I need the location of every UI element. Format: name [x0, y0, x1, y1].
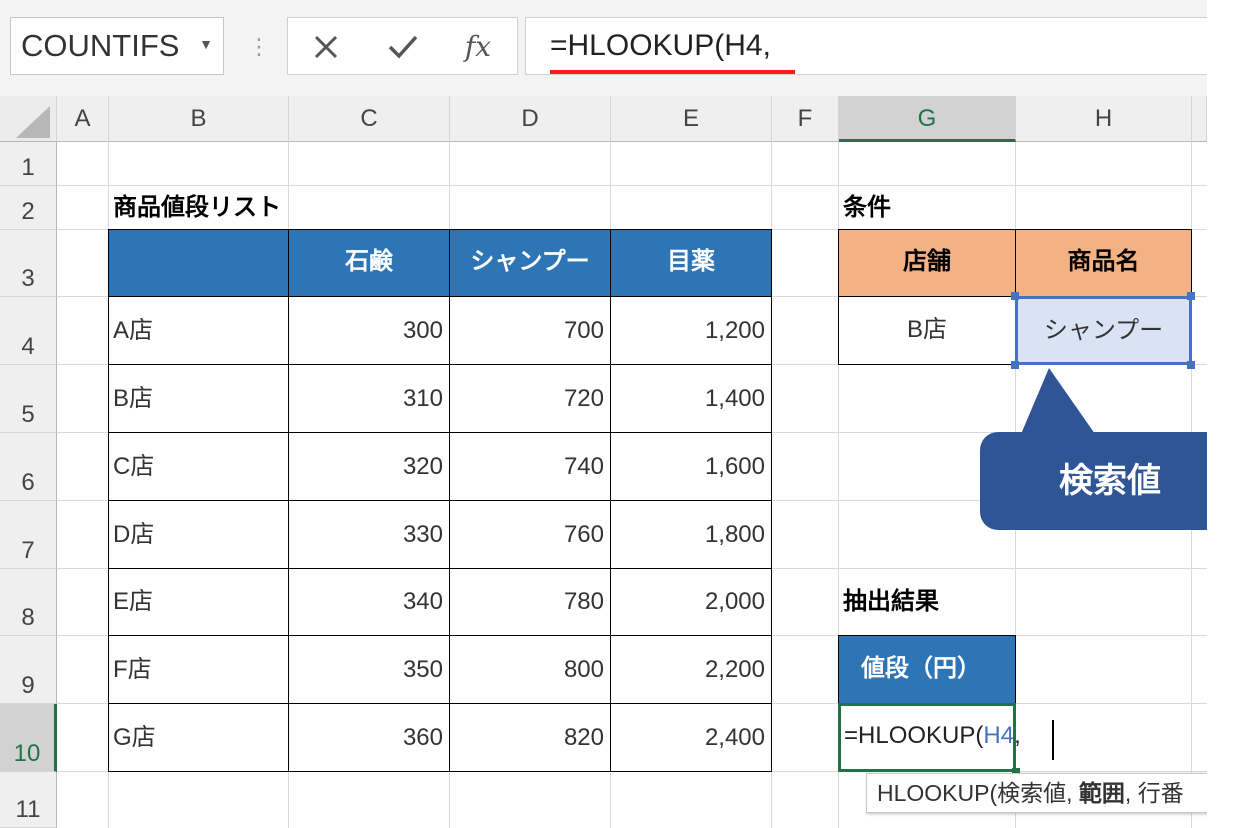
- check-icon[interactable]: [373, 18, 433, 76]
- result-title: 抽出結果: [843, 588, 939, 615]
- price-cell-soap-price[interactable]: 340: [288, 568, 450, 636]
- row-header-4[interactable]: 4: [0, 297, 57, 365]
- formula-buttons: fx: [287, 17, 518, 75]
- name-box[interactable]: COUNTIFS: [10, 17, 224, 75]
- price-cell-soap-price[interactable]: 350: [288, 635, 450, 704]
- conditions-store-value[interactable]: B店: [838, 296, 1016, 365]
- price-cell-eyedrops-price[interactable]: 1,600: [610, 432, 772, 501]
- price-cell-shampoo-price[interactable]: 800: [449, 635, 611, 704]
- price-header-blank[interactable]: [108, 229, 289, 297]
- price-cell-eyedrops-price[interactable]: 2,400: [610, 703, 772, 772]
- conditions-product-value[interactable]: シャンプー: [1015, 296, 1192, 365]
- column-header-b[interactable]: B: [109, 96, 289, 142]
- row-header-3[interactable]: 3: [0, 230, 57, 297]
- callout-pointer: [1021, 368, 1095, 434]
- close-icon[interactable]: [296, 18, 356, 76]
- price-header-soap[interactable]: 石鹸: [288, 229, 450, 297]
- reference-handle[interactable]: [1011, 292, 1019, 300]
- price-cell-store[interactable]: E店: [108, 568, 289, 636]
- price-cell-soap-price[interactable]: 310: [288, 364, 450, 433]
- column-header-h[interactable]: H: [1016, 96, 1192, 142]
- reference-handle[interactable]: [1187, 361, 1195, 369]
- price-cell-store[interactable]: B店: [108, 364, 289, 433]
- row-header-2[interactable]: 2: [0, 186, 57, 230]
- page-margin: [1207, 0, 1240, 828]
- select-all-triangle-icon: [16, 106, 50, 138]
- price-header-eyedrops[interactable]: 目薬: [610, 229, 772, 297]
- conditions-header-product[interactable]: 商品名: [1015, 229, 1192, 297]
- insert-function-icon[interactable]: fx: [448, 18, 508, 76]
- row-header-5[interactable]: 5: [0, 365, 57, 433]
- row-header-7[interactable]: 7: [0, 501, 57, 569]
- tooltip-arg-lookup[interactable]: 検索値,: [997, 780, 1079, 806]
- reference-handle[interactable]: [1011, 361, 1019, 369]
- gridline: [57, 185, 1207, 186]
- row-header-8[interactable]: 8: [0, 569, 57, 636]
- price-cell-store[interactable]: A店: [108, 296, 289, 365]
- conditions-header-store[interactable]: 店舗: [838, 229, 1016, 297]
- price-cell-soap-price[interactable]: 330: [288, 500, 450, 569]
- formula-input[interactable]: =HLOOKUP(H4,: [525, 17, 1240, 75]
- column-header-a[interactable]: A: [57, 96, 109, 142]
- function-tooltip: HLOOKUP(検索値, 範囲, 行番: [866, 773, 1211, 813]
- row-header-1[interactable]: 1: [0, 142, 57, 186]
- price-cell-shampoo-price[interactable]: 780: [449, 568, 611, 636]
- price-cell-store[interactable]: G店: [108, 703, 289, 772]
- row-header-11[interactable]: 11: [0, 772, 57, 828]
- conditions-title: 条件: [843, 194, 891, 221]
- price-cell-eyedrops-price[interactable]: 1,200: [610, 296, 772, 365]
- price-list-title: 商品値段リスト: [113, 194, 281, 221]
- drag-handle-icon[interactable]: ⋮: [248, 30, 270, 64]
- result-header-price[interactable]: 値段（円）: [838, 635, 1016, 704]
- price-cell-shampoo-price[interactable]: 760: [449, 500, 611, 569]
- price-cell-soap-price[interactable]: 320: [288, 432, 450, 501]
- price-cell-eyedrops-price[interactable]: 1,400: [610, 364, 772, 433]
- price-cell-shampoo-price[interactable]: 700: [449, 296, 611, 365]
- row-header-9[interactable]: 9: [0, 636, 57, 704]
- tooltip-function[interactable]: HLOOKUP(: [877, 780, 997, 806]
- price-cell-store[interactable]: F店: [108, 635, 289, 704]
- price-cell-eyedrops-price[interactable]: 2,200: [610, 635, 772, 704]
- price-cell-soap-price[interactable]: 300: [288, 296, 450, 365]
- reference-handle[interactable]: [1187, 292, 1195, 300]
- price-header-shampoo[interactable]: シャンプー: [449, 229, 611, 297]
- price-cell-eyedrops-price[interactable]: 2,000: [610, 568, 772, 636]
- price-cell-store[interactable]: D店: [108, 500, 289, 569]
- column-header-d[interactable]: D: [450, 96, 611, 142]
- editing-reference: H4: [983, 722, 1015, 749]
- editing-comma: ,: [1014, 722, 1021, 749]
- formula-highlight-underline: [550, 70, 795, 74]
- tooltip-arg-row[interactable]: , 行番: [1125, 780, 1184, 806]
- editing-function: =HLOOKUP(: [844, 722, 984, 749]
- text-cursor: [1052, 720, 1054, 760]
- price-cell-store[interactable]: C店: [108, 432, 289, 501]
- price-cell-shampoo-price[interactable]: 740: [449, 432, 611, 501]
- column-header-i[interactable]: [1192, 96, 1207, 142]
- row-header-6[interactable]: 6: [0, 433, 57, 501]
- column-header-e[interactable]: E: [611, 96, 772, 142]
- column-header-g[interactable]: G: [839, 96, 1016, 142]
- price-cell-soap-price[interactable]: 360: [288, 703, 450, 772]
- column-header-f[interactable]: F: [772, 96, 839, 142]
- chevron-down-icon[interactable]: ▼: [196, 34, 216, 54]
- search-value-callout: 検索値: [980, 432, 1240, 530]
- price-cell-shampoo-price[interactable]: 820: [449, 703, 611, 772]
- price-cell-eyedrops-price[interactable]: 1,800: [610, 500, 772, 569]
- price-cell-shampoo-price[interactable]: 720: [449, 364, 611, 433]
- row-header-10[interactable]: 10: [0, 704, 57, 772]
- active-cell-editor[interactable]: =HLOOKUP(H4,: [844, 718, 1021, 754]
- column-header-c[interactable]: C: [289, 96, 450, 142]
- tooltip-arg-range[interactable]: 範囲: [1079, 780, 1125, 806]
